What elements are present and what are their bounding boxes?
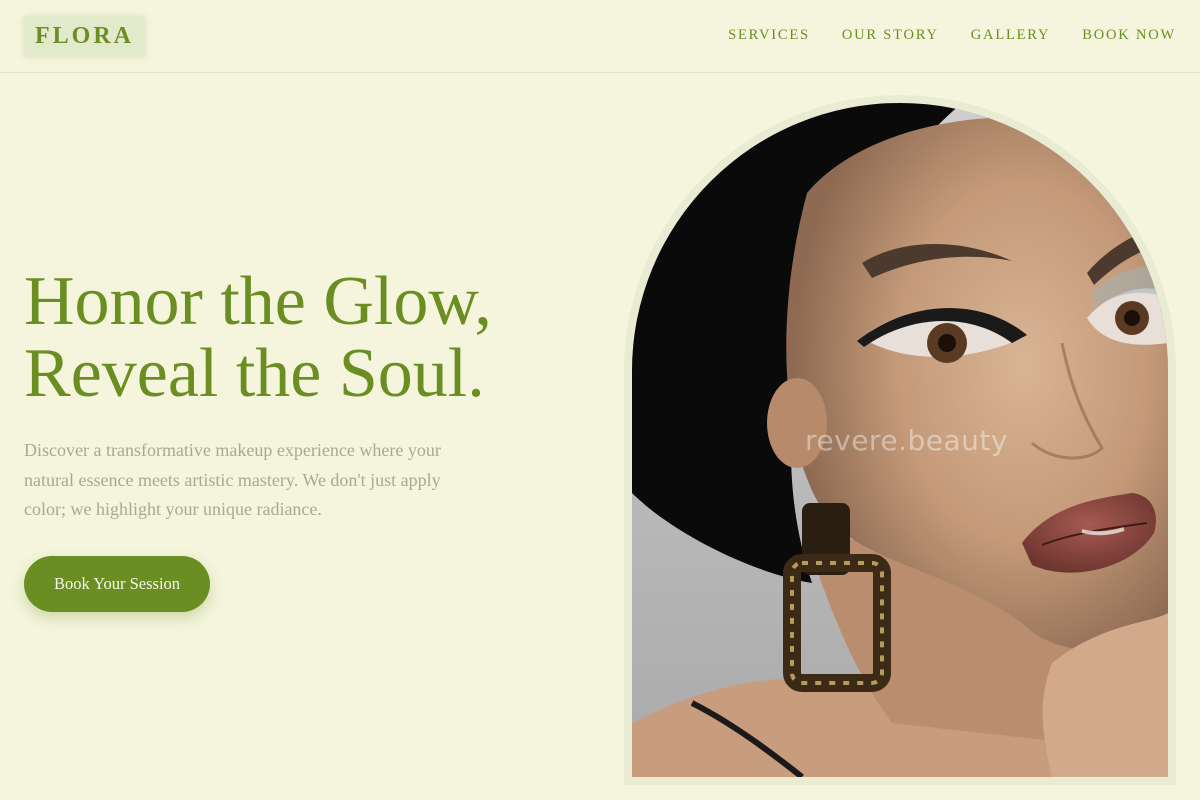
brand-logo[interactable]: FLORA <box>24 16 145 57</box>
book-session-button[interactable]: Book Your Session <box>24 556 210 612</box>
nav-book-now[interactable]: BOOK NOW <box>1082 26 1176 44</box>
hero-description: Discover a transformative makeup experie… <box>24 440 441 519</box>
nav-services[interactable]: SERVICES <box>728 26 810 44</box>
headline-line-1: Honor the Glow, <box>24 263 492 340</box>
headline-line-2: Reveal the Soul. <box>24 335 485 412</box>
hero-headline: Honor the Glow, Reveal the Soul. <box>24 266 584 410</box>
nav-our-story[interactable]: OUR STORY <box>842 26 939 44</box>
landing-page: FLORA SERVICES OUR STORY GALLERY BOOK NO… <box>0 0 1200 800</box>
site-header: FLORA SERVICES OUR STORY GALLERY BOOK NO… <box>0 0 1200 73</box>
main-nav: SERVICES OUR STORY GALLERY BOOK NOW <box>728 26 1176 44</box>
nav-gallery[interactable]: GALLERY <box>971 26 1050 44</box>
image-watermark: revere.beauty <box>805 424 1008 457</box>
